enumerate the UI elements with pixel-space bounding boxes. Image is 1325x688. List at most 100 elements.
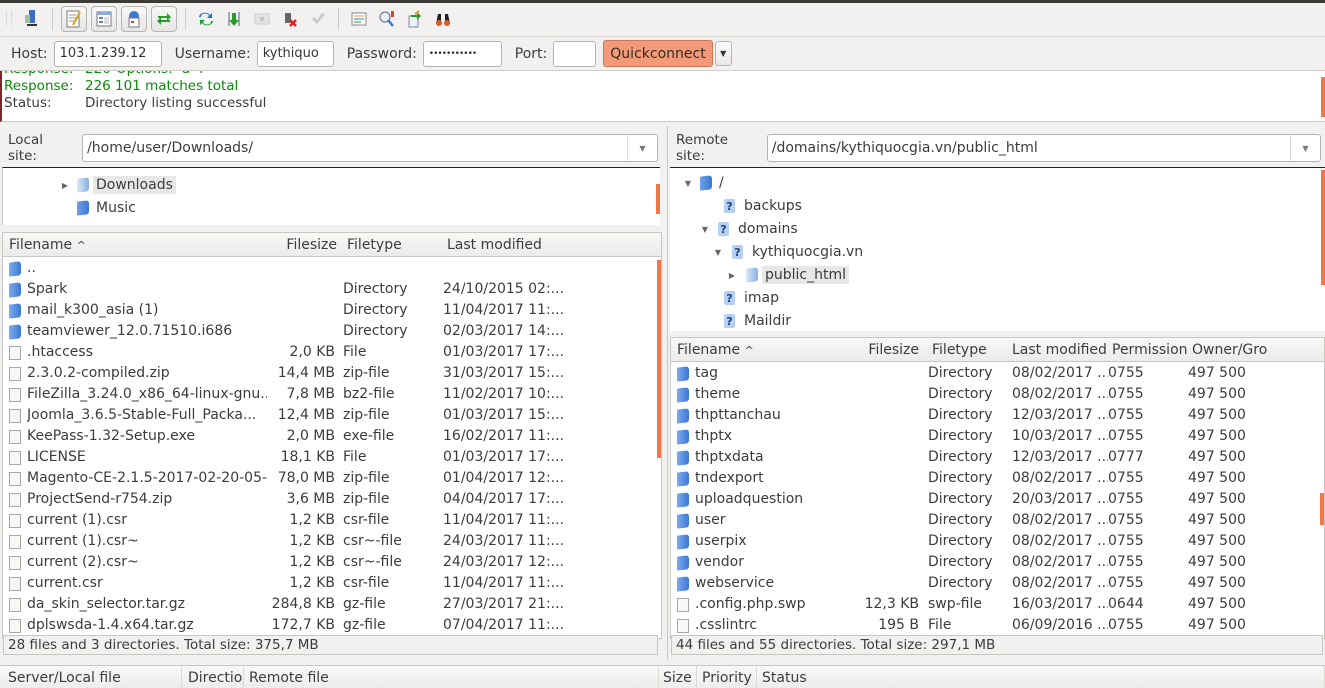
remote-tree-item[interactable]: ▼ / <box>682 172 727 194</box>
filesize-cell: 195 B <box>878 617 919 633</box>
column-header-filesize[interactable]: Filesize <box>853 338 925 362</box>
remote-tree-item[interactable]: ▼ ? domains <box>699 218 801 240</box>
column-header-filesize[interactable]: Filesize <box>265 233 343 257</box>
remote-tree-item[interactable]: ▼ ? kythiquocgia.vn <box>712 241 866 263</box>
owner-group-cell: 497 500 <box>1188 596 1246 612</box>
file-row[interactable]: .csslintrc 195 B File 06/09/2016 ... 0755 497… <box>671 615 1324 636</box>
file-row[interactable]: Joomla_3.6.5-Stable-Full_Packa... 12,4 MB… <box>3 405 661 426</box>
file-row[interactable]: thptx Directory 10/03/2017 ... 0755 497 500 <box>671 426 1324 447</box>
username-input[interactable] <box>256 40 334 67</box>
file-row[interactable]: Magento-CE-2.1.5-2017-02-20-05-... 78,0 M… <box>3 468 661 489</box>
file-row[interactable]: LICENSE 18,1 KB File 01/03/2017 17:... <box>3 447 661 468</box>
remote-tree-item[interactable]: ▶ public_html <box>726 264 850 286</box>
expander-collapsed-icon[interactable]: ▶ <box>726 271 738 280</box>
column-header-filename[interactable]: Filename ^ <box>3 233 275 257</box>
expander-expanded-icon[interactable]: ▼ <box>699 225 711 234</box>
synchronized-browsing-button[interactable] <box>403 7 427 31</box>
queue-column-direction[interactable]: Directio <box>182 666 244 688</box>
host-input[interactable] <box>53 40 162 67</box>
column-header-permission[interactable]: Permission <box>1106 338 1188 362</box>
file-row[interactable]: thptxdata Directory 12/03/2017 ... 0777 497 … <box>671 447 1324 468</box>
column-header-filetype[interactable]: Filetype <box>341 233 441 257</box>
toggle-transfer-queue-button[interactable] <box>151 6 177 32</box>
directory-filters-button[interactable] <box>347 7 371 31</box>
queue-column-size[interactable]: Size <box>659 666 697 688</box>
file-row[interactable]: dplswsda-1.4.x64.tar.gz 172,7 KB gz-file 07… <box>3 615 661 636</box>
column-header-filetype[interactable]: Filetype <box>926 338 1006 362</box>
file-row[interactable]: ProjectSend-r754.zip 3,6 MB zip-file 04/04/… <box>3 489 661 510</box>
disconnect-icon <box>285 13 297 27</box>
expander-collapsed-icon[interactable]: ▶ <box>59 181 71 190</box>
queue-column-remote-file[interactable]: Remote file <box>244 666 659 688</box>
file-row[interactable]: .config.php.swp 12,3 KB swp-file 16/03/2017… <box>671 594 1324 615</box>
file-row[interactable]: webservice Directory 08/02/2017 ... 0755 497… <box>671 573 1324 594</box>
last-modified-cell: 20/03/2017 ... <box>1012 491 1108 507</box>
reconnect-button[interactable] <box>306 7 330 31</box>
file-row[interactable]: user Directory 08/02/2017 ... 0755 497 500 <box>671 510 1324 531</box>
chevron-down-icon[interactable]: ▼ <box>627 135 657 161</box>
remote-tree-item[interactable]: ? backups <box>724 195 805 217</box>
column-header-owner-group[interactable]: Owner/Gro <box>1186 338 1270 362</box>
password-input[interactable] <box>422 40 502 67</box>
local-path-value: /home/user/Downloads/ <box>87 140 254 156</box>
port-input[interactable] <box>553 40 597 67</box>
file-row[interactable]: theme Directory 08/02/2017 ... 0755 497 500 <box>671 384 1324 405</box>
column-header-last-modified[interactable]: Last modified <box>441 233 571 257</box>
local-tree-item[interactable]: Music <box>77 197 139 219</box>
file-row[interactable]: current (1).csr~ 1,2 KB csr~-file 24/03/201… <box>3 531 661 552</box>
toggle-local-tree-button[interactable] <box>91 6 117 32</box>
local-tree-scrollbar[interactable] <box>656 184 660 214</box>
toolbar-grip[interactable] <box>6 12 12 26</box>
file-row[interactable]: FileZilla_3.24.0_x86_64-linux-gnu... 7,8 … <box>3 384 661 405</box>
local-path-combo[interactable]: /home/user/Downloads/ ▼ <box>82 134 658 162</box>
file-row[interactable]: userpix Directory 08/02/2017 ... 0755 497 50… <box>671 531 1324 552</box>
remote-path-combo[interactable]: /domains/kythiquocgia.vn/public_html ▼ <box>766 134 1321 162</box>
file-row[interactable]: vendor Directory 08/02/2017 ... 0755 497 500 <box>671 552 1324 573</box>
remote-tree-item[interactable]: ? Maildir <box>724 310 794 331</box>
file-row[interactable]: thpttanchau Directory 12/03/2017 ... 0755 49… <box>671 405 1324 426</box>
refresh-button[interactable] <box>194 7 218 31</box>
quickconnect-history-dropdown[interactable]: ▼ <box>714 41 732 66</box>
file-row[interactable]: Spark Directory 24/10/2015 02:... <box>3 279 661 300</box>
process-queue-button[interactable] <box>222 7 246 31</box>
column-header-last-modified[interactable]: Last modified <box>1006 338 1108 362</box>
file-row[interactable]: KeePass-1.32-Setup.exe 2,0 MB exe-file 16/0… <box>3 426 661 447</box>
file-row[interactable]: mail_k300_asia (1) Directory 11/04/2017 11… <box>3 300 661 321</box>
remote-list-scrollbar[interactable] <box>1320 493 1324 525</box>
column-header-filename[interactable]: Filename ^ <box>671 338 861 362</box>
quickconnect-button[interactable]: Quickconnect <box>603 40 713 67</box>
remote-tree-scrollbar[interactable] <box>1321 170 1325 285</box>
message-log[interactable]: Response:226-Options: -a -l Response:226… <box>0 71 1325 122</box>
expander-expanded-icon[interactable]: ▼ <box>682 179 694 188</box>
file-row[interactable]: current (2).csr~ 1,2 KB csr~-file 24/03/201… <box>3 552 661 573</box>
queue-column-server-local-file[interactable]: Server/Local file <box>0 666 182 688</box>
chevron-down-icon[interactable]: ▼ <box>1290 135 1320 161</box>
log-scrollbar[interactable] <box>1321 77 1325 117</box>
file-row[interactable]: teamviewer_12.0.71510.i686 Directory 02/03… <box>3 321 661 342</box>
compare-directories-button[interactable] <box>375 7 399 31</box>
cancel-operation-button[interactable] <box>250 7 274 31</box>
folder-icon <box>9 303 21 319</box>
file-row[interactable]: .htaccess 2,0 KB File 01/03/2017 17:... <box>3 342 661 363</box>
remote-tree-item[interactable]: ? imap <box>724 287 782 309</box>
disconnect-button[interactable] <box>278 7 302 31</box>
file-row[interactable]: current.csr 1,2 KB csr-file 11/04/2017 11:.… <box>3 573 661 594</box>
toggle-remote-tree-button[interactable] <box>121 6 147 32</box>
file-row[interactable]: tag Directory 08/02/2017 ... 0755 497 500 <box>671 363 1324 384</box>
local-list-scrollbar[interactable] <box>657 260 661 458</box>
queue-column-status[interactable]: Status <box>757 666 1325 688</box>
queue-column-priority[interactable]: Priority <box>697 666 757 688</box>
toggle-message-log-button[interactable] <box>61 6 87 32</box>
file-row[interactable]: uploadquestion Directory 20/03/2017 ... 075… <box>671 489 1324 510</box>
expander-expanded-icon[interactable]: ▼ <box>712 248 724 257</box>
site-manager-button[interactable] <box>20 7 44 31</box>
file-row[interactable]: 2.3.0.2-compiled.zip 14,4 MB zip-file 31/03… <box>3 363 661 384</box>
permission-cell: 0755 <box>1108 407 1144 423</box>
file-row[interactable]: .. <box>3 258 661 279</box>
file-row[interactable]: current (1).csr 1,2 KB csr-file 11/04/2017 … <box>3 510 661 531</box>
file-row[interactable]: tndexport Directory 08/02/2017 ... 0755 497 … <box>671 468 1324 489</box>
local-tree-item[interactable]: ▶ Downloads <box>59 174 176 196</box>
folder-icon <box>677 429 689 445</box>
file-row[interactable]: da_skin_selector.tar.gz 284,8 KB gz-file 27… <box>3 594 661 615</box>
search-remote-button[interactable] <box>431 7 455 31</box>
